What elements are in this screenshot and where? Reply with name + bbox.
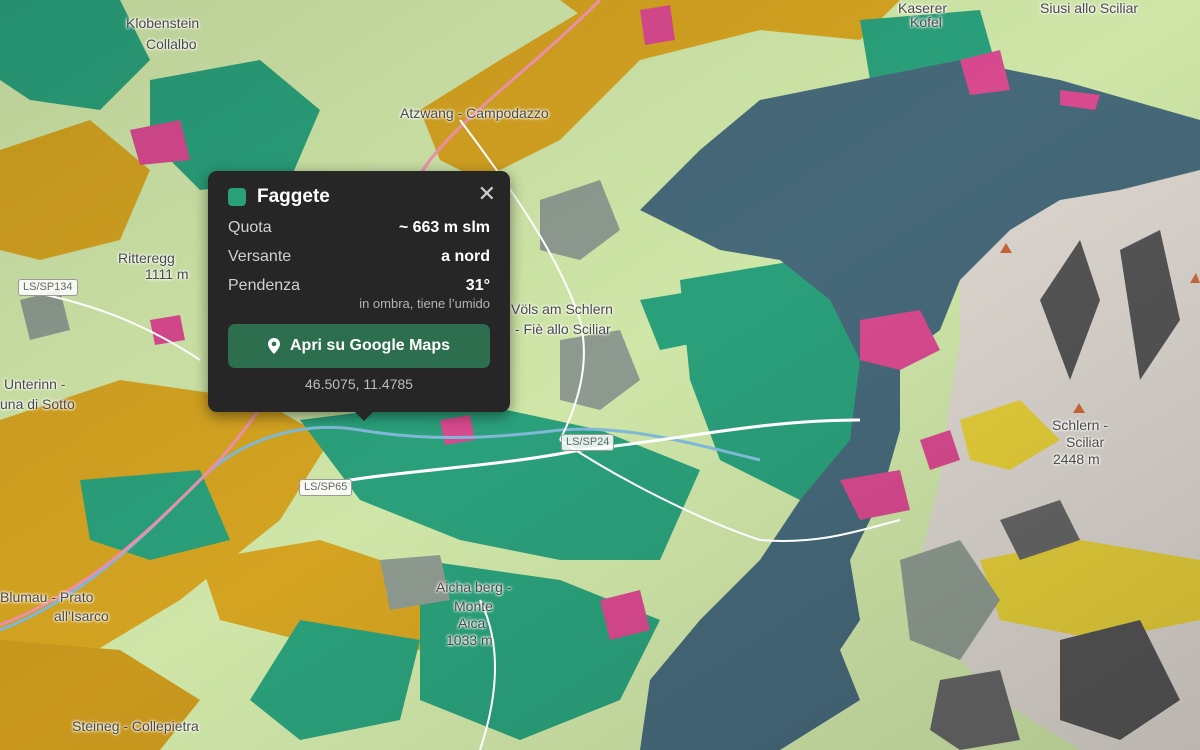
place-label: Aica <box>458 615 486 631</box>
place-label: Blumau - Prato <box>0 589 94 605</box>
place-label: 1033 m <box>446 632 493 648</box>
row-value: ~ 663 m slm <box>398 219 490 236</box>
button-label: Apri su Google Maps <box>289 337 450 354</box>
close-icon[interactable]: ✕ <box>478 183 496 205</box>
row-value: a nord <box>441 248 490 265</box>
place-label: Monte <box>454 598 493 614</box>
popup-header: Faggete <box>228 185 490 209</box>
place-label: 1111 m <box>145 266 189 282</box>
open-google-maps-button[interactable]: Apri su Google Maps <box>228 324 490 368</box>
row-value: 31° <box>465 277 490 294</box>
popup-row-versante: Versante a nord <box>228 246 490 267</box>
map-view[interactable]: Klobenstein Collalbo Kaserer Kofel Siusi… <box>0 0 1200 750</box>
popup-row-pendenza: Pendenza 31° <box>228 275 490 296</box>
place-label: Ritteregg <box>118 250 175 266</box>
place-label: Collalbo <box>146 36 197 52</box>
place-label: Unterinn - <box>4 376 66 392</box>
popup-pointer <box>354 411 374 421</box>
road-shield: LS/SP24 <box>561 434 615 451</box>
place-label: Steineg - Collepietra <box>72 718 199 734</box>
map-terrain <box>0 0 1200 750</box>
popup-title: Faggete <box>257 186 330 207</box>
row-label: Versante <box>228 248 292 265</box>
place-label: Sciliar <box>1066 434 1105 450</box>
place-label: Klobenstein <box>126 15 200 31</box>
place-label: - Fiè allo Sciliar <box>515 321 611 337</box>
road-shield: LS/SP65 <box>299 479 353 496</box>
road-shield: LS/SP134 <box>18 279 78 296</box>
row-label: Pendenza <box>228 277 301 294</box>
row-label: Quota <box>228 219 272 236</box>
place-label: Atzwang - Campodazzo <box>400 105 549 121</box>
place-label: Kofel <box>910 14 942 30</box>
place-label: Schlern - <box>1052 417 1109 433</box>
place-label: all'Isarco <box>54 608 109 624</box>
place-label: Siusi allo Sciliar <box>1040 0 1139 16</box>
place-label: una di Sotto <box>0 396 75 412</box>
category-swatch <box>228 188 246 206</box>
place-label: Völs am Schlern <box>511 301 613 317</box>
coordinates: 46.5075, 11.4785 <box>305 376 413 392</box>
popup-row-quota: Quota ~ 663 m slm <box>228 217 490 238</box>
map-pin-icon <box>267 338 280 354</box>
info-popup: Faggete ✕ Quota ~ 663 m slm Versante a n… <box>208 171 510 421</box>
place-label: Aicha berg - <box>436 579 512 595</box>
slope-note: in ombra, tiene l’umido <box>359 296 490 311</box>
place-label: 2448 m <box>1053 451 1100 467</box>
